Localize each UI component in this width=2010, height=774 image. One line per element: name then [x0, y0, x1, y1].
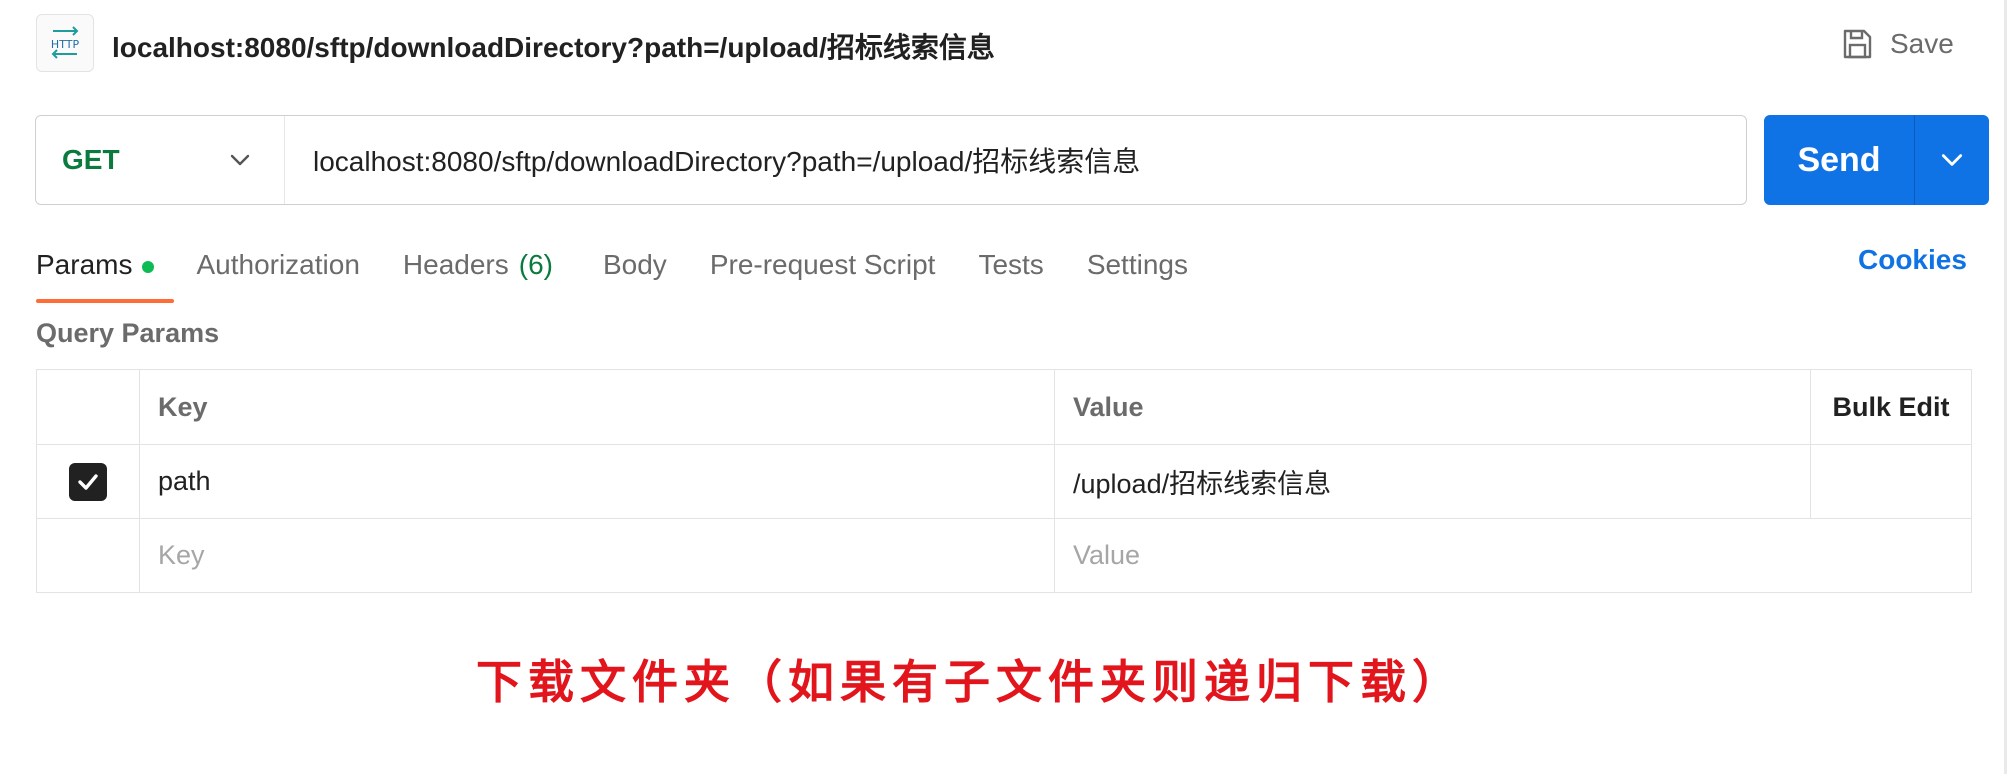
- method-label: GET: [62, 144, 120, 175]
- tab-headers[interactable]: Headers (6): [403, 249, 553, 281]
- send-button[interactable]: Send: [1764, 115, 1914, 205]
- tab-headers-label: Headers: [402, 249, 509, 280]
- empty-checkbox-cell: [37, 519, 140, 592]
- tab-settings-label: Settings: [1086, 249, 1188, 280]
- param-enabled-checkbox[interactable]: [69, 462, 107, 501]
- tab-settings[interactable]: Settings: [1087, 249, 1188, 281]
- param-key: path: [158, 466, 211, 496]
- table-row: path /upload/招标线索信息: [36, 445, 1972, 519]
- http-request-badge: HTTP: [36, 14, 94, 72]
- svg-text:HTTP: HTTP: [51, 38, 80, 51]
- column-header-value: Value: [1055, 370, 1811, 444]
- tab-body-label: Body: [602, 249, 667, 280]
- param-key-cell[interactable]: path: [140, 445, 1055, 518]
- chevron-down-icon: [1941, 154, 1963, 166]
- header-checkbox-cell: [37, 370, 140, 444]
- url-bar: GET: [35, 115, 1747, 205]
- scrollbar-track[interactable]: [2004, 0, 2007, 774]
- chevron-down-icon: [230, 154, 250, 166]
- save-icon: [1843, 29, 1872, 59]
- new-value-cell[interactable]: [1055, 519, 1971, 592]
- tab-authorization-label: Authorization: [196, 249, 360, 280]
- param-value: /upload/招标线索信息: [1073, 469, 1332, 499]
- save-button[interactable]: Save: [1840, 22, 1954, 66]
- tab-body[interactable]: Body: [603, 249, 667, 281]
- request-tabs: Params Authorization Headers (6) Body Pre…: [36, 240, 1188, 303]
- method-select[interactable]: GET: [36, 116, 285, 204]
- annotation-caption: 下载文件夹（如果有子文件夹则递归下载）: [476, 655, 1464, 709]
- cookies-link[interactable]: Cookies: [1858, 244, 1967, 276]
- tab-tests[interactable]: Tests: [978, 249, 1043, 281]
- table-header-row: Key Value Bulk Edit: [36, 369, 1972, 445]
- send-options-button[interactable]: [1915, 115, 1989, 205]
- row-checkbox-cell: [37, 445, 140, 518]
- column-header-key: Key: [140, 370, 1055, 444]
- new-key-input[interactable]: [158, 540, 1054, 571]
- param-actions-cell: [1811, 445, 1971, 518]
- tab-authorization[interactable]: Authorization: [196, 249, 359, 281]
- headers-count: (6): [518, 249, 553, 280]
- send-button-group: Send: [1764, 115, 1989, 205]
- request-title[interactable]: localhost:8080/sftp/downloadDirectory?pa…: [112, 26, 995, 66]
- new-value-input[interactable]: [1073, 540, 1971, 571]
- tab-pre-request-script[interactable]: Pre-request Script: [710, 249, 936, 281]
- url-input[interactable]: [285, 116, 1746, 204]
- checkmark-icon: [78, 473, 98, 490]
- bulk-edit-button[interactable]: Bulk Edit: [1832, 392, 1949, 423]
- http-icon: HTTP: [51, 26, 80, 59]
- query-params-table: Key Value Bulk Edit path /upload/招标线索信息: [36, 369, 1972, 593]
- tab-params[interactable]: Params: [36, 249, 176, 303]
- params-active-dot: [142, 260, 155, 273]
- param-value-cell[interactable]: /upload/招标线索信息: [1055, 445, 1811, 518]
- query-params-title: Query Params: [36, 318, 220, 348]
- tab-pre-request-script-label: Pre-request Script: [709, 249, 936, 280]
- tab-params-label: Params: [36, 249, 133, 280]
- tab-tests-label: Tests: [978, 249, 1044, 280]
- save-label: Save: [1890, 28, 1954, 59]
- new-key-cell[interactable]: [140, 519, 1055, 592]
- table-row-empty: [36, 519, 1972, 593]
